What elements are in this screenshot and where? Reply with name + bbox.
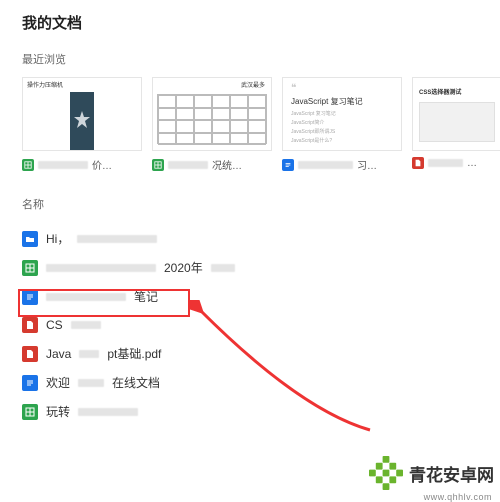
sheet-icon — [22, 260, 38, 276]
file-name: 在线文档 — [112, 374, 160, 391]
file-name: 2020年 — [164, 259, 203, 276]
recent-card-3[interactable]: CSS选择器测试 … — [412, 77, 500, 172]
file-name: 欢迎 — [46, 374, 70, 391]
sheet-icon — [22, 404, 38, 420]
recent-card-2[interactable]: ❝ JavaScript 复习笔记 JavaScript 复习笔记 JavaSc… — [282, 77, 402, 172]
file-name: pt基础.pdf — [107, 345, 161, 362]
thumb-line: JavaScript即所谓JS — [291, 128, 335, 135]
card-title: 习… — [282, 157, 402, 172]
file-name: Hi， — [46, 230, 69, 247]
quote-icon: ❝ — [291, 83, 296, 94]
watermark-text: 青花安卓网 — [409, 461, 494, 486]
file-name: 玩转 — [46, 403, 70, 420]
doc-icon — [22, 289, 38, 305]
thumbnail: ❝ JavaScript 复习笔记 JavaScript 复习笔记 JavaSc… — [282, 77, 402, 151]
thumbnail: 操作力压缩机 — [22, 77, 142, 151]
folder-icon — [22, 231, 38, 247]
thumbnail: CSS选择器测试 — [412, 77, 500, 151]
name-column-label: 名称 — [22, 196, 500, 212]
card-title: 况统… — [152, 157, 272, 172]
file-row[interactable]: 2020年 — [22, 253, 500, 282]
file-name: CS — [46, 318, 63, 332]
watermark-url: www.qhhlv.com — [424, 492, 492, 502]
card-label: … — [467, 158, 477, 169]
file-name: 笔记 — [134, 288, 158, 305]
recent-row: 操作力压缩机 价… 武汉最多 况统… — [22, 77, 500, 172]
thumb-line: JavaScript简介 — [291, 119, 324, 126]
pdf-icon — [412, 157, 424, 169]
doc-icon — [22, 375, 38, 391]
file-row[interactable]: 欢迎 在线文档 — [22, 368, 500, 397]
pdf-icon — [22, 317, 38, 333]
file-row[interactable]: CS — [22, 311, 500, 339]
pdf-icon — [22, 346, 38, 362]
recent-card-0[interactable]: 操作力压缩机 价… — [22, 77, 142, 172]
card-title: … — [412, 157, 500, 169]
card-label: 习… — [357, 157, 377, 172]
thumb-title: JavaScript 复习笔记 — [291, 96, 363, 107]
logo-icon — [369, 456, 403, 490]
page-title: 我的文档 — [22, 12, 500, 33]
sheet-icon — [22, 159, 34, 171]
recent-label: 最近浏览 — [22, 51, 500, 67]
card-label: 价… — [92, 157, 112, 172]
file-row-highlighted[interactable]: 笔记 — [22, 282, 500, 311]
thumb-label: 武汉最多 — [241, 80, 265, 89]
file-row[interactable]: 玩转 — [22, 397, 500, 426]
thumb-label: 操作力压缩机 — [27, 80, 63, 89]
thumb-line: JavaScript 复习笔记 — [291, 110, 336, 117]
recent-card-1[interactable]: 武汉最多 况统… — [152, 77, 272, 172]
file-list: 名称 Hi， 2020年 笔记 CS Java pt基础.pdf 欢迎 在线文档 — [22, 196, 500, 426]
thumb-label: CSS选择器测试 — [419, 87, 461, 96]
thumbnail: 武汉最多 — [152, 77, 272, 151]
file-row[interactable]: Java pt基础.pdf — [22, 339, 500, 368]
card-label: 况统… — [212, 157, 242, 172]
sheet-icon — [152, 159, 164, 171]
doc-icon — [282, 159, 294, 171]
card-title: 价… — [22, 157, 142, 172]
watermark: 青花安卓网 — [369, 456, 494, 490]
file-row[interactable]: Hi， — [22, 224, 500, 253]
thumb-line: JavaScript是什么? — [291, 137, 332, 144]
file-name: Java — [46, 347, 71, 361]
